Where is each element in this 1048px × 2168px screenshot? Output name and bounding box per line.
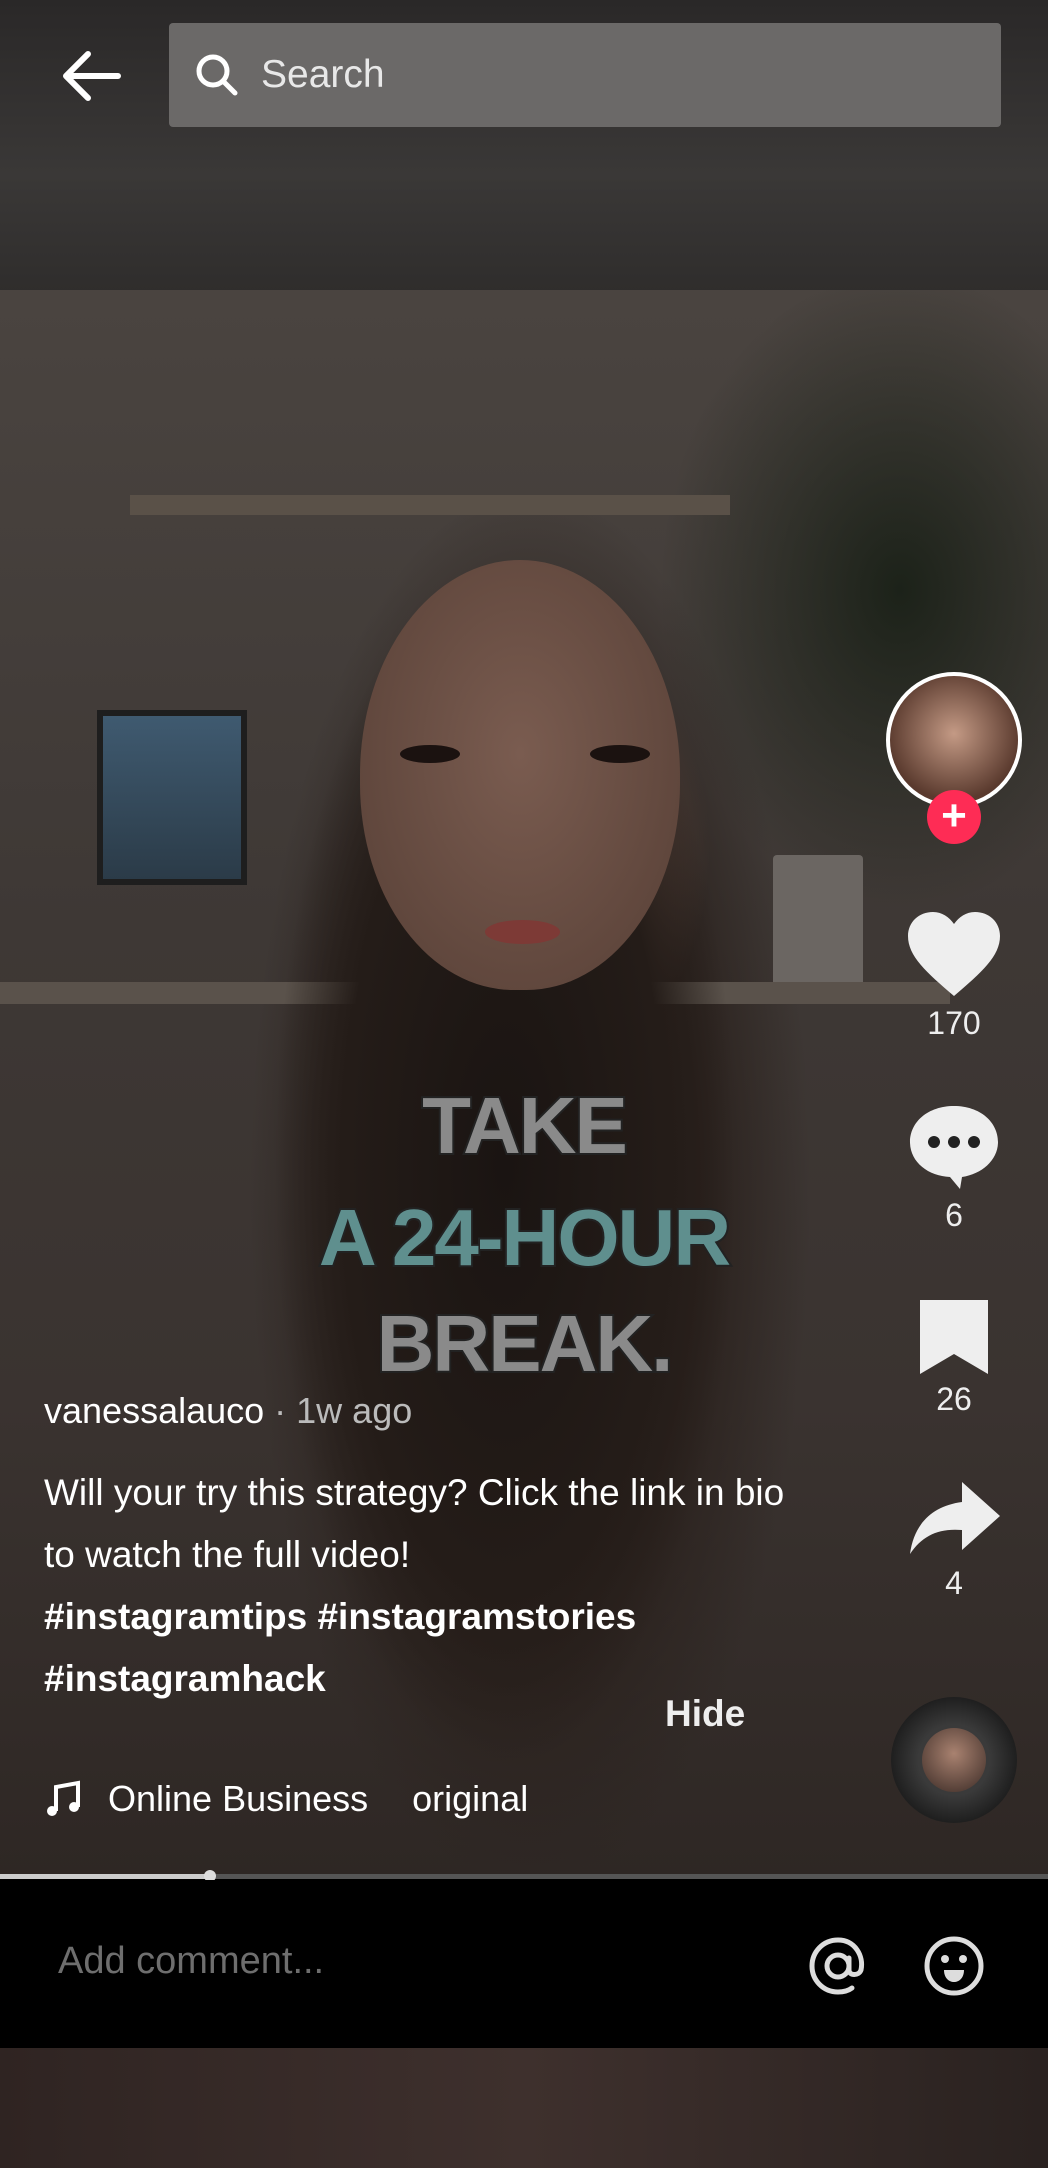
- username[interactable]: vanessalauco: [44, 1390, 264, 1431]
- share-button[interactable]: 4: [880, 1480, 1028, 1602]
- description-text: Will your try this strategy? Click the l…: [44, 1472, 785, 1575]
- progress-fill: [0, 1874, 210, 1879]
- search-input[interactable]: Search: [169, 23, 1001, 127]
- hide-caption-button[interactable]: Hide: [665, 1693, 745, 1735]
- music-title: Online Business: [108, 1778, 369, 1819]
- like-button[interactable]: 170: [880, 910, 1028, 1042]
- video-progress-bar[interactable]: [0, 1870, 1048, 1882]
- post-time: · 1w ago: [264, 1390, 413, 1431]
- bookmark-button[interactable]: 26: [880, 1296, 1028, 1418]
- comment-bubble-icon: [910, 1106, 998, 1189]
- music-info[interactable]: Online Business original: [44, 1778, 528, 1820]
- back-arrow-icon[interactable]: [58, 48, 122, 104]
- music-disc[interactable]: [891, 1697, 1017, 1823]
- avatar-image: [886, 672, 1022, 808]
- music-note-icon: [47, 1780, 80, 1816]
- search-icon: [196, 54, 238, 96]
- mention-at-icon[interactable]: [806, 1934, 870, 1998]
- follow-plus-icon[interactable]: +: [927, 790, 981, 844]
- bookmark-icon: [920, 1300, 988, 1374]
- eye: [590, 745, 650, 763]
- heart-icon: [908, 912, 1000, 996]
- comment-button[interactable]: 6: [880, 1102, 1028, 1234]
- search-placeholder: Search: [261, 53, 385, 96]
- like-count: 170: [927, 1005, 981, 1041]
- share-count: 4: [945, 1565, 963, 1601]
- hashtags[interactable]: #instagramtips #instagramstories #instag…: [44, 1596, 636, 1699]
- post-description: Will your try this strategy? Click the l…: [44, 1462, 824, 1710]
- post-author-line: vanessalauco · 1w ago: [44, 1390, 412, 1432]
- bookmark-count: 26: [936, 1381, 972, 1417]
- eye: [400, 745, 460, 763]
- comment-count: 6: [945, 1197, 963, 1233]
- creator-avatar[interactable]: +: [880, 672, 1028, 844]
- share-arrow-icon: [910, 1482, 1000, 1554]
- comment-input[interactable]: Add comment...: [58, 1940, 324, 1983]
- emoji-icon[interactable]: [922, 1934, 986, 1998]
- disc-avatar: [922, 1728, 986, 1792]
- lips: [485, 920, 560, 944]
- music-artist: original: [412, 1778, 529, 1819]
